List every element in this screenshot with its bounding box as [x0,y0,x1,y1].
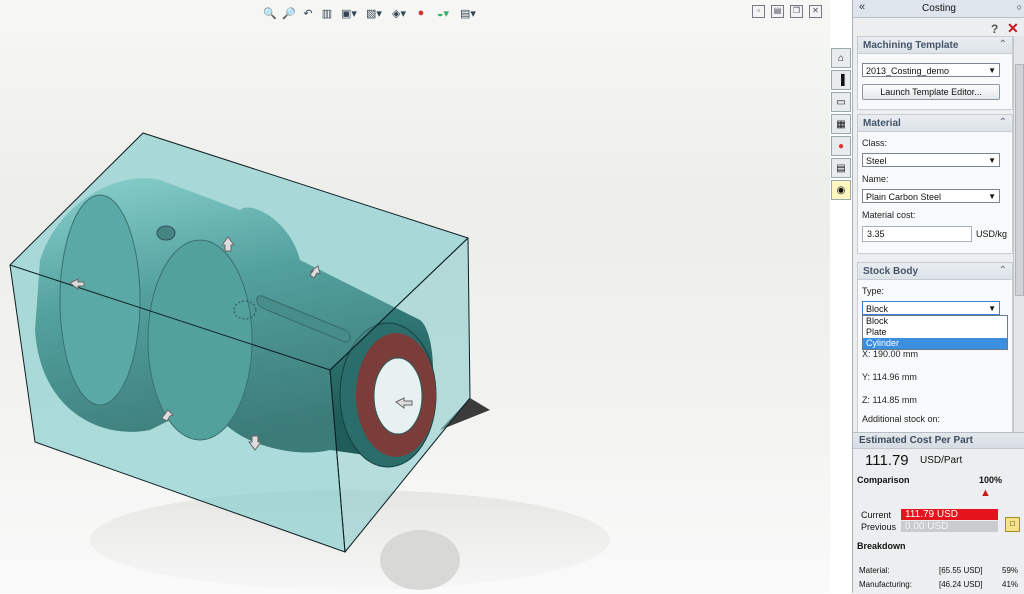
floor-reflection-hub [380,530,460,590]
collapse-chevron-icon[interactable]: ⌃ [999,265,1007,276]
cost-header: Estimated Cost Per Part [853,433,1024,449]
pin-icon[interactable]: ○ [1017,2,1022,12]
current-cost-bar: 111.79 USD [901,509,998,520]
dropdown-option[interactable]: Plate [863,327,1007,338]
class-select[interactable]: Steel ▼ [862,153,1000,167]
help-icon[interactable]: ? [991,22,998,36]
type-label: Type: [862,286,885,296]
additional-stock-label: Additional stock on: [862,414,941,424]
dropdown-option-highlighted[interactable]: Cylinder [863,338,1007,349]
cost-title: Estimated Cost Per Part [859,435,973,446]
breakdown-title: Breakdown [857,541,906,551]
material-cost-label: Material cost: [862,210,916,220]
stock-z-dimension: Z: 114.85 mm [862,395,917,405]
current-label: Current [861,510,892,520]
model-view[interactable] [0,0,830,593]
section-title: Material [863,118,901,129]
view-palette-icon[interactable]: ▦ [831,114,851,134]
stock-body-section: Stock Body ⌃ Type: Block ▼ Block Plate C… [857,262,1013,432]
breakdown-value: [65.55 USD] [939,566,983,575]
collapse-chevron-icon[interactable]: ⌃ [999,39,1007,50]
collapse-chevron-icon[interactable]: ⌃ [999,117,1007,128]
chart-icon[interactable]: ▐ [831,70,851,90]
scrollbar-thumb[interactable] [1015,64,1024,296]
comparison-percent: 100% [979,475,1003,485]
stock-type-select[interactable]: Block ▼ [862,301,1000,315]
material-name-select[interactable]: Plain Carbon Steel ▼ [862,189,1000,203]
section-header[interactable]: Machining Template ⌃ [858,37,1012,54]
breakdown-percent: 59% [1002,566,1019,575]
material-cost-input[interactable]: 3.35 [862,226,972,242]
stock-x-dimension: X: 190.00 mm [862,349,919,359]
section-header[interactable]: Stock Body ⌃ [858,263,1012,280]
breakdown-row: Manufacturing: [46.24 USD] 41% [859,580,1019,589]
dropdown-arrow-icon: ▼ [988,156,996,165]
folder-icon[interactable]: ▭ [831,92,851,112]
launch-template-editor-button[interactable]: Launch Template Editor... [862,84,1000,100]
class-value: Steel [866,156,887,166]
stock-type-dropdown: Block Plate Cylinder [862,315,1008,350]
dropdown-option[interactable]: Block [863,316,1007,327]
custom-props-icon[interactable]: ▤ [831,158,851,178]
section-title: Stock Body [863,266,919,277]
set-baseline-icon[interactable]: □ [1005,517,1020,532]
dropdown-arrow-icon: ▼ [988,304,996,313]
bore [373,357,423,435]
home-icon[interactable]: ⌂ [831,48,851,68]
stock-y-dimension: Y: 114.96 mm [862,372,917,382]
costing-icon[interactable]: ◉ [831,180,851,200]
machining-template-section: Machining Template ⌃ 2013_Costing_demo ▼… [857,36,1013,110]
previous-label: Previous [861,522,897,532]
increase-arrow-icon: ▲ [980,487,991,499]
costing-panel: « Costing ○ ? ✕ Machining Template ⌃ 201… [852,0,1024,594]
close-costing-icon[interactable]: ✕ [1007,20,1019,37]
breakdown-label: Material: [859,566,890,575]
stock-type-value: Block [866,304,889,314]
breakdown-label: Manufacturing: [859,580,912,589]
graphics-viewport[interactable]: 🔍 🔎 ↶ ▥ ▣▾ ▧▾ ◈▾ ● ◒▾ ▤▾ ▫ ▤ ❐ ✕ [0,0,830,593]
estimated-cost-block: Estimated Cost Per Part 111.79 USD/Part … [853,432,1024,594]
panel-scrollbar[interactable] [1013,36,1024,432]
cost-value: 111.79 [865,452,909,469]
material-cost-unit: USD/kg [976,229,1008,239]
template-select[interactable]: 2013_Costing_demo ▼ [862,63,1000,77]
panel-scroll-area: Machining Template ⌃ 2013_Costing_demo ▼… [853,36,1013,432]
panel-title-bar: « Costing ○ [853,0,1024,18]
comparison-title: Comparison [857,475,910,485]
panel-title: Costing [922,3,956,14]
material-section: Material ⌃ Class: Steel ▼ Name: Plain Ca… [857,114,1013,254]
template-value: 2013_Costing_demo [866,66,950,76]
dropdown-arrow-icon: ▼ [988,66,996,75]
dropdown-arrow-icon: ▼ [988,192,996,201]
breakdown-percent: 41% [1002,580,1019,589]
class-label: Class: [862,138,888,148]
section-title: Machining Template [863,40,959,51]
appearance-icon[interactable]: ● [831,136,851,156]
breakdown-value: [46.24 USD] [939,580,983,589]
previous-cost-bar: 0.00 USD [901,521,998,532]
task-pane-tabs: ⌂ ▐ ▭ ▦ ● ▤ ◉ [831,48,851,200]
breakdown-row: Material: [65.55 USD] 59% [859,566,1019,575]
section-header[interactable]: Material ⌃ [858,115,1012,132]
material-name-value: Plain Carbon Steel [866,192,942,202]
name-label: Name: [862,174,889,184]
cost-unit: USD/Part [920,455,963,466]
